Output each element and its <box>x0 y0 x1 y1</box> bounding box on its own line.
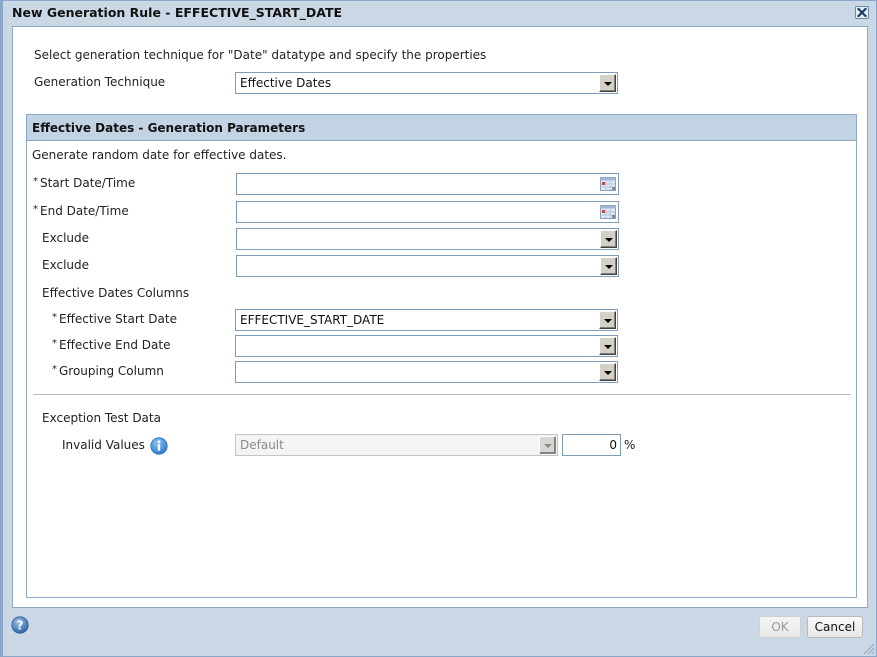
exclude-select-2[interactable] <box>236 255 619 277</box>
exclude-label-2: Exclude <box>42 258 90 272</box>
new-generation-rule-dialog: New Generation Rule - EFFECTIVE_START_DA… <box>0 0 877 657</box>
panel-title: Effective Dates - Generation Parameters <box>32 121 306 135</box>
required-marker: * <box>33 176 38 187</box>
grouping-column-dropdown-button[interactable] <box>599 363 616 381</box>
chevron-down-icon <box>604 371 612 375</box>
required-marker: * <box>52 312 57 323</box>
required-marker: * <box>33 204 38 215</box>
effective-start-date-select[interactable]: EFFECTIVE_START_DATE <box>235 309 618 331</box>
cancel-button[interactable]: Cancel <box>807 616 863 638</box>
invalid-values-percent-input[interactable]: 0 <box>562 434 621 456</box>
close-icon <box>857 8 867 17</box>
instruction-text: Select generation technique for "Date" d… <box>34 48 487 62</box>
chevron-down-icon <box>604 345 612 349</box>
calendar-icon[interactable] <box>600 204 616 220</box>
effective-end-date-dropdown-button[interactable] <box>599 337 616 355</box>
calendar-icon[interactable] <box>600 176 616 192</box>
end-datetime-input[interactable] <box>236 201 619 223</box>
invalid-values-select[interactable]: Default <box>235 434 558 456</box>
exclude-label-1: Exclude <box>42 231 90 245</box>
effective-start-date-dropdown-button[interactable] <box>599 311 616 329</box>
generation-parameters-panel: Effective Dates - Generation Parameters … <box>26 114 857 598</box>
invalid-values-percent-value: 0 <box>609 438 617 452</box>
generation-technique-dropdown-button[interactable] <box>599 74 616 92</box>
effective-dates-columns-heading: Effective Dates Columns <box>42 286 190 300</box>
section-divider <box>33 394 851 395</box>
grouping-column-label: * Grouping Column <box>52 364 164 378</box>
help-icon[interactable]: ? <box>11 616 29 634</box>
dialog-title: New Generation Rule - EFFECTIVE_START_DA… <box>12 5 343 20</box>
generation-technique-value: Effective Dates <box>240 76 332 90</box>
chevron-down-icon <box>604 319 612 323</box>
chevron-down-icon <box>604 82 612 86</box>
invalid-values-select-value: Default <box>240 438 284 452</box>
chevron-down-icon <box>605 238 613 242</box>
panel-header: Effective Dates - Generation Parameters <box>27 115 856 141</box>
invalid-values-label: Invalid Values <box>62 438 145 452</box>
info-icon[interactable] <box>150 437 168 455</box>
end-datetime-label: * End Date/Time <box>33 204 129 218</box>
effective-start-date-value: EFFECTIVE_START_DATE <box>240 313 385 327</box>
start-datetime-input[interactable] <box>236 173 619 195</box>
chevron-down-icon <box>544 444 552 448</box>
exclude-2-dropdown-button[interactable] <box>600 257 617 275</box>
effective-start-date-label: * Effective Start Date <box>52 312 177 326</box>
chevron-down-icon <box>605 265 613 269</box>
close-button[interactable] <box>855 6 869 19</box>
svg-text:?: ? <box>17 619 24 633</box>
dialog-content: Select generation technique for "Date" d… <box>12 26 868 608</box>
generation-technique-label: Generation Technique <box>34 75 166 89</box>
effective-end-date-select[interactable] <box>235 335 618 357</box>
generation-technique-select[interactable]: Effective Dates <box>235 72 618 94</box>
required-marker: * <box>52 364 57 375</box>
required-marker: * <box>52 338 57 349</box>
grouping-column-select[interactable] <box>235 361 618 383</box>
resize-grip-icon[interactable] <box>861 641 875 655</box>
invalid-values-dropdown-button[interactable] <box>539 436 556 454</box>
exception-test-data-heading: Exception Test Data <box>42 411 161 425</box>
ok-button[interactable]: OK <box>759 616 801 638</box>
exclude-select-1[interactable] <box>236 228 619 250</box>
effective-end-date-label: * Effective End Date <box>52 338 171 352</box>
panel-description: Generate random date for effective dates… <box>32 148 287 162</box>
start-datetime-label: * Start Date/Time <box>33 176 136 190</box>
percent-unit: % <box>624 438 636 452</box>
exclude-1-dropdown-button[interactable] <box>600 230 617 248</box>
